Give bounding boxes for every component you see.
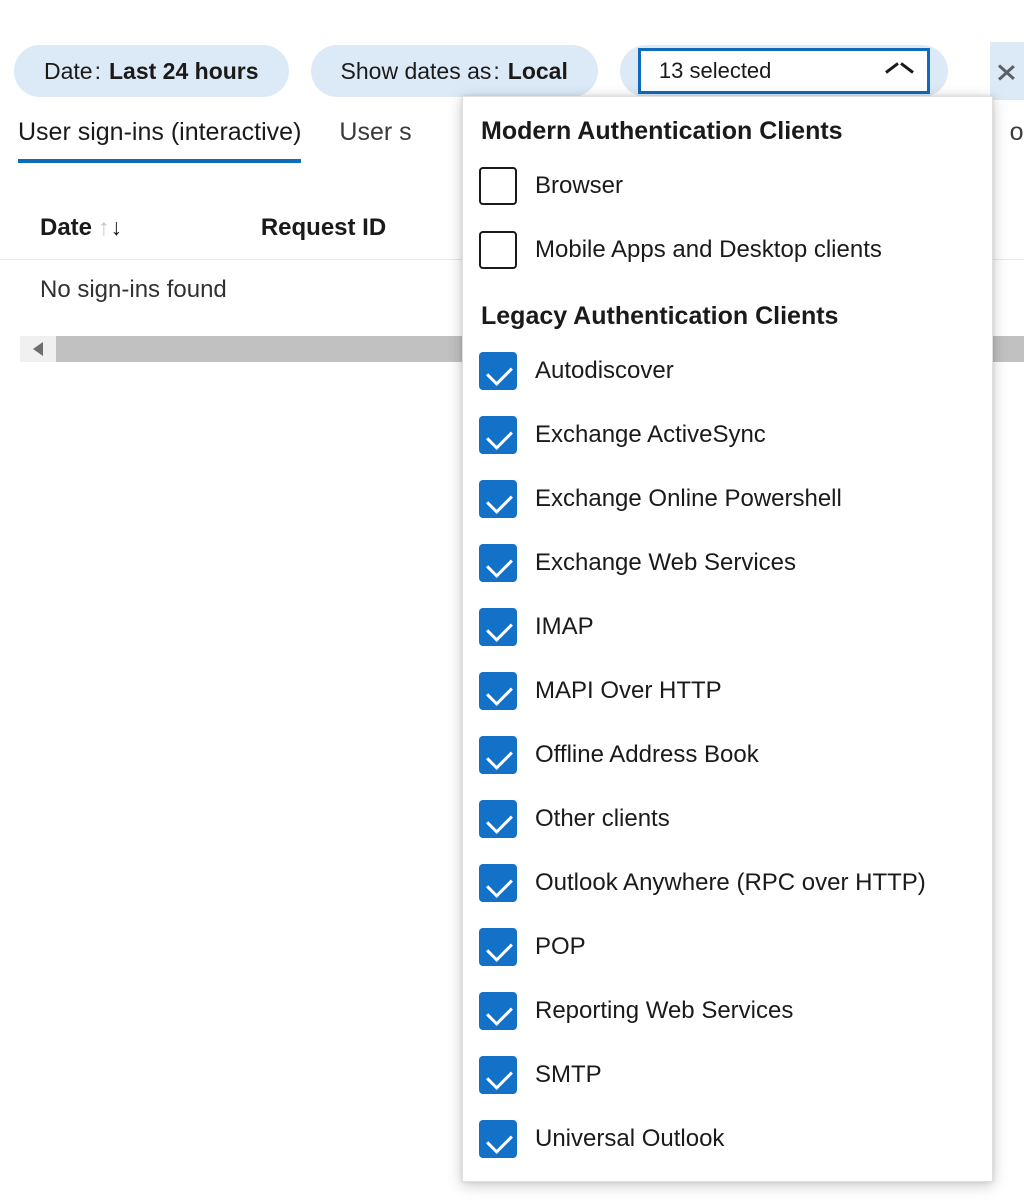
filter-chip-row: Date : Last 24 hours Show dates as : Loc… (0, 42, 1024, 100)
dropdown-option-exchange-online-powershell[interactable]: Exchange Online Powershell (463, 467, 992, 531)
more-filters-button[interactable] (990, 42, 1024, 100)
filter-chip-show-dates-as-value: Local (502, 58, 568, 85)
dropdown-option-exchange-web-services[interactable]: Exchange Web Services (463, 531, 992, 595)
checkbox-checked-icon[interactable] (479, 992, 517, 1030)
dropdown-option-label: Outlook Anywhere (RPC over HTTP) (535, 869, 926, 897)
empty-state-message: No sign-ins found (40, 276, 227, 304)
client-app-dropdown-panel: Modern Authentication Clients Browser Mo… (462, 96, 993, 1182)
checkbox-unchecked-icon[interactable] (479, 167, 517, 205)
tab-label: User s (339, 118, 411, 146)
checkbox-checked-icon[interactable] (479, 928, 517, 966)
filter-chip-date-value: Last 24 hours (103, 58, 259, 85)
tab-label: User sign-ins (interactive) (18, 118, 301, 146)
dropdown-option-label: Exchange Online Powershell (535, 485, 842, 513)
sign-in-logs-page: Date : Last 24 hours Show dates as : Loc… (0, 0, 1024, 1204)
client-app-combobox[interactable]: 13 selected (638, 48, 930, 94)
dropdown-option-exchange-activesync[interactable]: Exchange ActiveSync (463, 403, 992, 467)
filter-chip-client-app[interactable]: 13 selected (620, 45, 948, 97)
chevron-right-icon (997, 54, 1017, 88)
scroll-left-arrow-icon[interactable] (20, 336, 56, 362)
tab-managed-identity[interactable]: oal (1010, 118, 1024, 163)
dropdown-option-offline-address-book[interactable]: Offline Address Book (463, 723, 992, 787)
checkbox-checked-icon[interactable] (479, 1056, 517, 1094)
triangle-left-icon (33, 342, 43, 356)
column-header-date[interactable]: Date ↑↓ (40, 214, 261, 242)
dropdown-option-label: MAPI Over HTTP (535, 677, 722, 705)
filter-chip-date[interactable]: Date : Last 24 hours (14, 45, 289, 97)
checkbox-checked-icon[interactable] (479, 544, 517, 582)
dropdown-option-label: Offline Address Book (535, 741, 759, 769)
client-app-selected-summary: 13 selected (659, 60, 772, 82)
dropdown-option-mobile-apps-and-desktop-clients[interactable]: Mobile Apps and Desktop clients (463, 218, 992, 282)
checkbox-checked-icon[interactable] (479, 672, 517, 710)
dropdown-option-label: Exchange ActiveSync (535, 421, 766, 449)
tab-label: oal (1010, 118, 1024, 146)
dropdown-option-label: Exchange Web Services (535, 549, 796, 577)
filter-chip-date-separator: : (93, 58, 103, 85)
checkbox-checked-icon[interactable] (479, 736, 517, 774)
tab-user-sign-ins-interactive[interactable]: User sign-ins (interactive) (18, 118, 301, 163)
checkbox-checked-icon[interactable] (479, 608, 517, 646)
dropdown-option-label: IMAP (535, 613, 594, 641)
dropdown-option-mapi-over-http[interactable]: MAPI Over HTTP (463, 659, 992, 723)
filter-chip-show-dates-as-key: Show dates as (341, 58, 492, 85)
checkbox-unchecked-icon[interactable] (479, 231, 517, 269)
dropdown-option-label: Browser (535, 172, 623, 200)
dropdown-option-label: Autodiscover (535, 357, 674, 385)
dropdown-option-imap[interactable]: IMAP (463, 595, 992, 659)
dropdown-option-label: SMTP (535, 1061, 602, 1089)
dropdown-group-header-modern: Modern Authentication Clients (463, 97, 992, 154)
dropdown-option-label: Reporting Web Services (535, 997, 793, 1025)
dropdown-option-reporting-web-services[interactable]: Reporting Web Services (463, 979, 992, 1043)
column-header-label: Date (40, 214, 92, 242)
tab-user-sign-ins-non-interactive[interactable]: User s (339, 118, 411, 163)
checkbox-checked-icon[interactable] (479, 1120, 517, 1158)
checkbox-checked-icon[interactable] (479, 800, 517, 838)
dropdown-group-header-legacy: Legacy Authentication Clients (463, 282, 992, 339)
filter-chip-show-dates-as[interactable]: Show dates as : Local (311, 45, 598, 97)
dropdown-option-other-clients[interactable]: Other clients (463, 787, 992, 851)
dropdown-option-browser[interactable]: Browser (463, 154, 992, 218)
filter-chip-date-key: Date (44, 58, 93, 85)
dropdown-option-label: Mobile Apps and Desktop clients (535, 236, 882, 264)
sort-descending-icon: ↓ (111, 216, 123, 239)
filter-chip-show-dates-as-separator: : (491, 58, 501, 85)
checkbox-checked-icon[interactable] (479, 480, 517, 518)
dropdown-option-universal-outlook[interactable]: Universal Outlook (463, 1107, 992, 1171)
dropdown-option-label: Universal Outlook (535, 1125, 724, 1153)
dropdown-option-outlook-anywhere[interactable]: Outlook Anywhere (RPC over HTTP) (463, 851, 992, 915)
dropdown-option-pop[interactable]: POP (463, 915, 992, 979)
dropdown-option-autodiscover[interactable]: Autodiscover (463, 339, 992, 403)
dropdown-option-smtp[interactable]: SMTP (463, 1043, 992, 1107)
column-header-label: Request ID (261, 214, 386, 242)
checkbox-checked-icon[interactable] (479, 416, 517, 454)
chevron-up-icon[interactable] (883, 62, 913, 80)
checkbox-checked-icon[interactable] (479, 352, 517, 390)
dropdown-option-label: Other clients (535, 805, 670, 833)
sort-arrows-icon[interactable]: ↑↓ (98, 216, 122, 239)
checkbox-checked-icon[interactable] (479, 864, 517, 902)
sort-ascending-icon: ↑ (98, 216, 110, 239)
dropdown-option-label: POP (535, 933, 586, 961)
